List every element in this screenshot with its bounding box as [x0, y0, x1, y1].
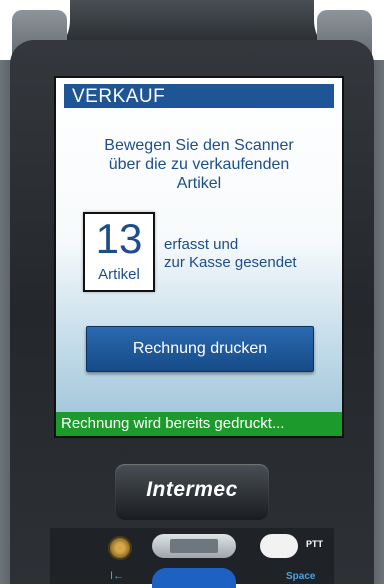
instruction-line: über die zu verkaufenden	[108, 156, 290, 173]
instruction-line: Bewegen Sie den Scanner	[104, 137, 294, 154]
item-count-value: 13	[95, 215, 143, 262]
item-count-unit: Artikel	[98, 266, 140, 283]
device-screen: VERKAUF Bewegen Sie den Scanner über die…	[56, 78, 342, 436]
item-count-description: erfasst und zur Kasse gesendet	[164, 236, 297, 272]
instruction-text: Bewegen Sie den Scanner über die zu verk…	[56, 136, 342, 193]
handheld-scanner-device: VERKAUF Bewegen Sie den Scanner über die…	[0, 0, 384, 588]
scan-window-icon	[170, 539, 218, 553]
title-bar: VERKAUF	[64, 84, 334, 108]
brand-logo-plate: Intermec	[115, 464, 269, 520]
status-message: Rechnung wird bereits gedruckt...	[61, 415, 285, 432]
space-key-label: Space	[286, 571, 316, 582]
ptt-label: PTT	[306, 539, 323, 549]
page-title: VERKAUF	[72, 86, 166, 107]
count-desc-line: zur Kasse gesendet	[164, 254, 297, 271]
brand-logo: Intermec	[146, 478, 238, 501]
item-count-box: 13 Artikel	[83, 212, 155, 292]
status-bar: Rechnung wird bereits gedruckt...	[56, 412, 342, 436]
tab-key-label: I←	[110, 570, 125, 582]
print-invoice-button[interactable]: Rechnung drucken	[86, 326, 314, 372]
power-icon[interactable]	[108, 536, 132, 560]
instruction-line: Artikel	[176, 175, 222, 192]
count-desc-line: erfasst und	[164, 236, 239, 253]
center-blue-key[interactable]	[152, 568, 236, 588]
ptt-key[interactable]	[260, 534, 298, 558]
